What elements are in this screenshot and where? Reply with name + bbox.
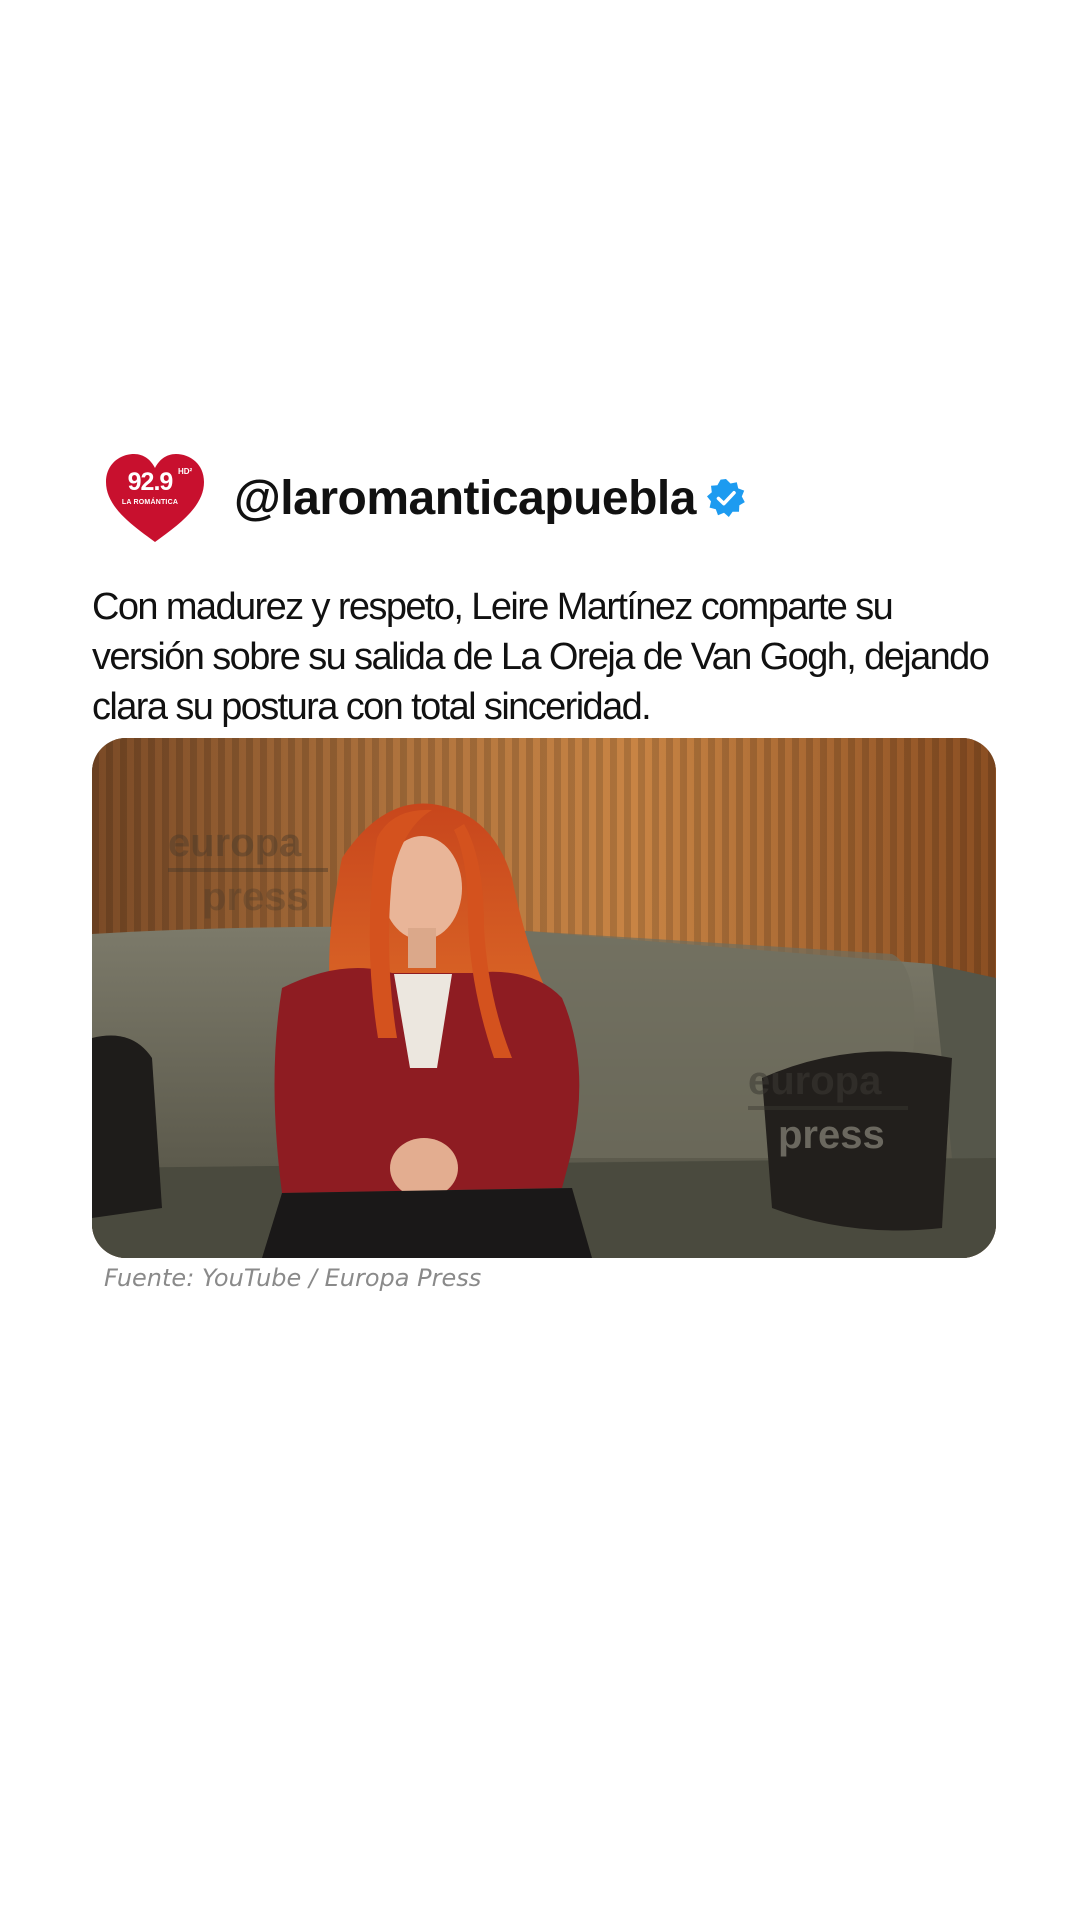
post-caption: Con madurez y respeto, Leire Martínez co… xyxy=(92,586,990,728)
logo-frequency: 92.9 xyxy=(127,468,174,496)
watermark-press: press xyxy=(202,875,309,919)
verified-badge-icon xyxy=(706,479,745,517)
account-handle[interactable]: @laromanticapuebla xyxy=(234,471,696,526)
interview-photo: europa press europa press xyxy=(92,738,996,1258)
station-logo[interactable]: 92.9 HD² LA ROMÁNTICA xyxy=(100,448,210,548)
logo-hd-mark: HD² xyxy=(178,467,193,476)
watermark-europa: europa xyxy=(168,821,302,865)
image-source-caption: Fuente: YouTube / Europa Press xyxy=(104,1264,482,1292)
heart-icon xyxy=(106,454,204,542)
watermark-press-right: press xyxy=(778,1113,885,1157)
logo-station-name: LA ROMÁNTICA xyxy=(121,499,179,506)
watermark-europa-right: europa xyxy=(748,1059,882,1103)
post-header: 92.9 HD² LA ROMÁNTICA @laromanticapuebla xyxy=(100,448,746,548)
post-image[interactable]: europa press europa press xyxy=(92,738,996,1258)
